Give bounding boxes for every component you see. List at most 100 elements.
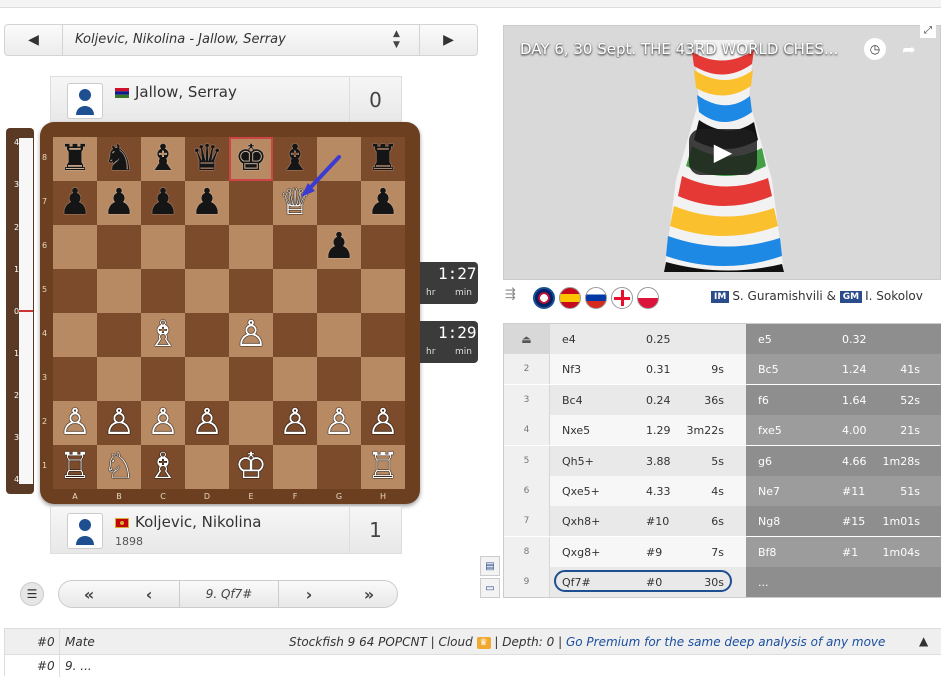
collapse-moves-button[interactable]: ⏏ (504, 324, 550, 354)
file-label: F (292, 492, 298, 501)
move-number: 6 (504, 476, 550, 506)
file-label: B (116, 492, 122, 501)
video-player[interactable]: DAY 6, 30 Sept. THE 43RD WORLD CHES... ◷… (503, 22, 941, 280)
white-move-cell[interactable]: Qxh8+ #10 6s (550, 506, 746, 537)
move-number: 5 (504, 445, 550, 476)
next-game-button[interactable]: ▶ (419, 25, 477, 55)
white-move: Qxe5+ (562, 485, 600, 498)
top-clock: 1:27 hr min (420, 262, 478, 304)
poland-flag-button[interactable] (637, 287, 659, 309)
rank-label: 5 (42, 285, 48, 294)
black-move-cell[interactable]: Bf8 #1 1m04s (746, 536, 941, 567)
black-move-cell[interactable]: Bc5 1.24 41s (746, 354, 941, 385)
black-eval: #15 (842, 515, 866, 529)
top-strip (0, 0, 941, 8)
crown-icon: ♛ (476, 636, 491, 649)
next-move-button[interactable]: › (279, 581, 339, 607)
engine-line-label: Mate (65, 635, 95, 649)
black-eval: #11 (842, 485, 866, 498)
black-move-cell[interactable]: Ne7 #11 51s (746, 476, 941, 506)
previous-game-button[interactable]: ◀ (5, 25, 63, 55)
commentary-row: ⇶ IM S. Guramishvili & GM I. Sokolov (503, 287, 941, 309)
current-move-label: 9. Qf7# (179, 581, 279, 607)
title-badge: GM (839, 290, 863, 303)
white-move: Qxg8+ (562, 545, 601, 559)
file-label: E (248, 492, 254, 501)
dropdown-arrows-icon[interactable]: ▲ ▼ (393, 29, 400, 51)
white-move-cell[interactable]: Nxe5 1.29 3m22s (550, 415, 746, 446)
move-row: 6 Qxe5+ 4.33 4s Ne7 #11 51s (504, 476, 941, 506)
last-move-button[interactable]: » (339, 581, 399, 607)
white-eval: 0.25 (646, 333, 671, 346)
rank-label: 4 (42, 329, 48, 338)
black-move-cell[interactable]: ... (746, 567, 941, 598)
engine-name: Stockfish 9 64 POPCNT (289, 635, 427, 649)
move-number: 3 (504, 384, 550, 415)
uk-flag-button[interactable] (533, 287, 555, 309)
black-move: Ng8 (758, 515, 781, 529)
premium-link[interactable]: Go Premium for the same deep analysis of… (566, 635, 885, 649)
rank-label: 1 (42, 461, 48, 470)
clock-unit-hr: hr (426, 288, 436, 298)
play-button[interactable]: ▶ (689, 129, 757, 175)
black-move-cell[interactable]: e5 0.32 (746, 324, 941, 354)
white-move-cell[interactable]: Qh5+ 3.88 5s (550, 445, 746, 476)
white-eval: #0 (646, 576, 663, 590)
montenegro-flag-icon (115, 517, 129, 528)
black-time: 1m01s (882, 515, 920, 529)
expand-icon[interactable]: ⤢ (920, 22, 936, 38)
white-time: 4s (711, 485, 724, 498)
comments-icon[interactable]: ▭ (480, 578, 500, 598)
collapse-icon[interactable]: ▲ (919, 634, 928, 648)
top-clock-time: 1:27 (438, 264, 477, 283)
move-list: ⏏ e4 0.25 e5 0.32 2 Nf3 0.31 9s Bc5 1.24 41s 3 Bc4 0.2… (503, 323, 941, 598)
move-number: 7 (504, 506, 550, 537)
share-icon[interactable]: ➦ (898, 38, 920, 60)
broadcast-icon[interactable]: ⇶ (505, 287, 527, 309)
black-move-cell[interactable]: Ng8 #15 1m01s (746, 506, 941, 537)
bottom-player-card: Koljevic, Nikolina 1898 1 (50, 506, 402, 554)
move-row: 5 Qh5+ 3.88 5s g6 4.66 1m28s (504, 445, 941, 476)
white-move-cell[interactable]: Qxg8+ #9 7s (550, 536, 746, 567)
move-number: 4 (504, 415, 550, 446)
white-move-cell[interactable]: Nf3 0.31 9s (550, 354, 746, 385)
hamburger-icon: ☰ (26, 587, 38, 601)
move-row: 2 Nf3 0.31 9s Bc5 1.24 41s (504, 354, 941, 385)
black-move: ... (758, 576, 769, 590)
white-time: 9s (711, 363, 724, 377)
commentators: IM S. Guramishvili & GM I. Sokolov (711, 289, 923, 303)
white-eval: #10 (646, 515, 670, 529)
previous-move-button[interactable]: ‹ (119, 581, 179, 607)
move-row: ⏏ e4 0.25 e5 0.32 (504, 324, 941, 354)
black-move-cell[interactable]: f6 1.64 52s (746, 384, 941, 415)
spain-flag-button[interactable] (559, 287, 581, 309)
menu-button[interactable]: ☰ (20, 582, 44, 606)
engine-score: #0 (37, 635, 55, 649)
engine-analysis: #0 Mate Stockfish 9 64 POPCNT | Cloud ♛ … (4, 628, 941, 677)
notes-icon[interactable]: ▤ (480, 556, 500, 576)
black-time: 1m28s (882, 454, 920, 468)
black-move-cell[interactable]: fxe5 4.00 21s (746, 415, 941, 446)
white-move-cell[interactable]: Bc4 0.24 36s (550, 384, 746, 415)
white-move-cell[interactable]: e4 0.25 (550, 324, 746, 354)
move-arrow (301, 155, 341, 197)
cloud-label: Cloud (438, 635, 473, 649)
gambia-flag-icon (115, 87, 129, 98)
black-move: Ne7 (758, 485, 780, 498)
white-move: Qxh8+ (562, 515, 601, 529)
clock-icon[interactable]: ◷ (864, 38, 886, 60)
black-eval: 1.64 (842, 393, 867, 407)
white-move-cell[interactable]: Qf7# #0 30s (550, 567, 746, 598)
game-selector[interactable]: ◀ Koljevic, Nikolina - Jallow, Serray ▲ ▼… (4, 24, 478, 56)
chevron-right-icon: › (305, 584, 313, 604)
first-move-button[interactable]: « (59, 581, 119, 607)
black-move-cell[interactable]: g6 4.66 1m28s (746, 445, 941, 476)
white-time: 6s (711, 515, 724, 529)
double-chevron-right-icon: » (363, 584, 375, 604)
rank-label: 7 (42, 197, 48, 206)
video-title[interactable]: DAY 6, 30 Sept. THE 43RD WORLD CHES... (520, 40, 860, 58)
russia-flag-button[interactable] (585, 287, 607, 309)
white-move-cell[interactable]: Qxe5+ 4.33 4s (550, 476, 746, 506)
georgia-flag-button[interactable] (611, 287, 633, 309)
white-eval: 1.29 (646, 424, 671, 438)
